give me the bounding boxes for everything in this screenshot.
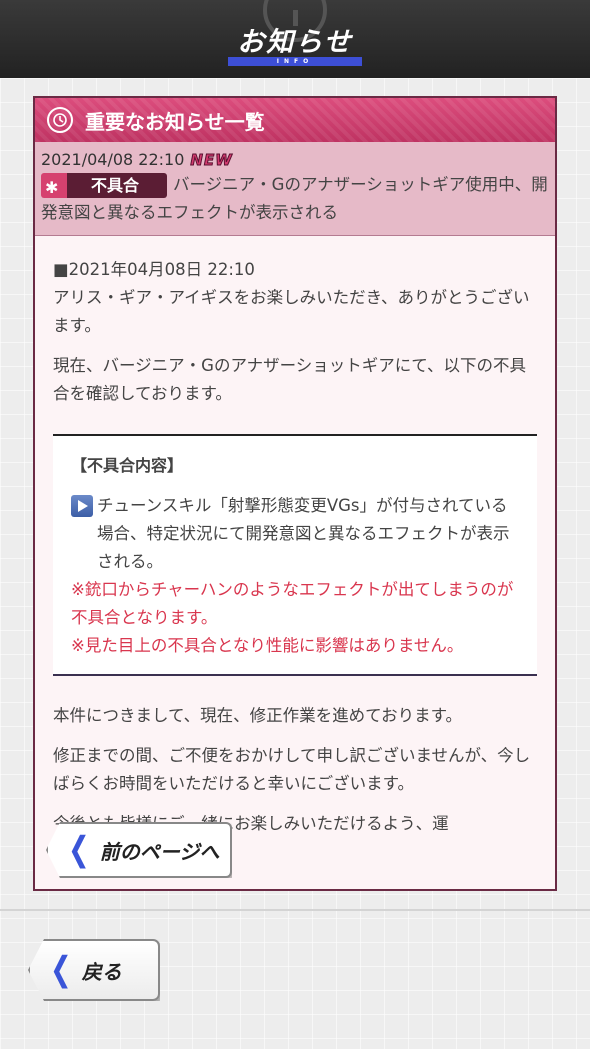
issue-box: 【不具合内容】 チューンスキル「射撃形態変更VGs」が付与されている場合、特定状… (53, 434, 537, 676)
category-tag: ✱ 不具合 (41, 173, 167, 198)
play-icon (71, 495, 93, 517)
issue-note-1: ※銃口からチャーハンのようなエフェクトが出てしまうのが不具合となります。 (71, 580, 514, 627)
article-title-line: ✱ 不具合 バージニア・Gのアナザーショットギア使用中、開発意図と異なるエフェクトが… (41, 171, 549, 227)
body-paragraph: 本件につきまして、現在、修正作業を進めております。 (53, 706, 463, 725)
page-subtitle: INFO (228, 57, 362, 66)
panel-header: 重要なお知らせ一覧 (35, 98, 555, 142)
chevron-left-icon: ❮ (50, 950, 72, 990)
body-greeting: アリス・ギア・アイギスをお楽しみいただき、ありがとうございます。 (53, 288, 530, 335)
body-paragraph: 修正までの間、ご不便をおかけして申し訳ございませんが、今しばらくお時間をいただけ… (53, 746, 531, 793)
prev-page-label: 前のページへ (99, 839, 220, 864)
back-button[interactable]: ❮ 戻る (28, 939, 160, 1001)
clock-icon (47, 107, 73, 133)
category-tag-label: 不具合 (90, 176, 139, 195)
issue-note-2: ※見た目上の不具合となり性能に影響はありません。 (71, 636, 464, 655)
new-badge: NEW (190, 150, 233, 169)
body-paragraph: 現在、バージニア・Gのアナザーショットギアにて、以下の不具合を確認しております。 (53, 356, 526, 403)
divider (0, 909, 590, 911)
back-label: 戻る (81, 959, 122, 984)
page-title: お知らせ (237, 27, 353, 58)
chevron-left-icon: ❮ (68, 830, 90, 870)
issue-item: チューンスキル「射撃形態変更VGs」が付与されている場合、特定状況にて開発意図と… (71, 492, 519, 576)
article-header: 2021/04/08 22:10 NEW ✱ 不具合 バージニア・Gのアナザーショッ… (35, 142, 555, 236)
notice-panel[interactable]: 重要なお知らせ一覧 2021/04/08 22:10 NEW ✱ 不具合 バージニア… (33, 96, 557, 891)
prev-page-button[interactable]: ❮ 前のページへ (46, 822, 232, 878)
issue-item-text: チューンスキル「射撃形態変更VGs」が付与されている場合、特定状況にて開発意図と… (97, 496, 510, 571)
issue-heading: 【不具合内容】 (71, 456, 184, 475)
top-header: お知らせ INFO (0, 0, 590, 78)
panel-title: 重要なお知らせ一覧 (85, 109, 265, 134)
body-date: ■2021年04月08日 22:10 (53, 260, 255, 279)
article-date: 2021/04/08 22:10 (41, 150, 185, 169)
bug-icon: ✱ (45, 178, 59, 197)
article-body: ■2021年04月08日 22:10 アリス・ギア・アイギスをお楽しみいただき、… (35, 236, 555, 838)
